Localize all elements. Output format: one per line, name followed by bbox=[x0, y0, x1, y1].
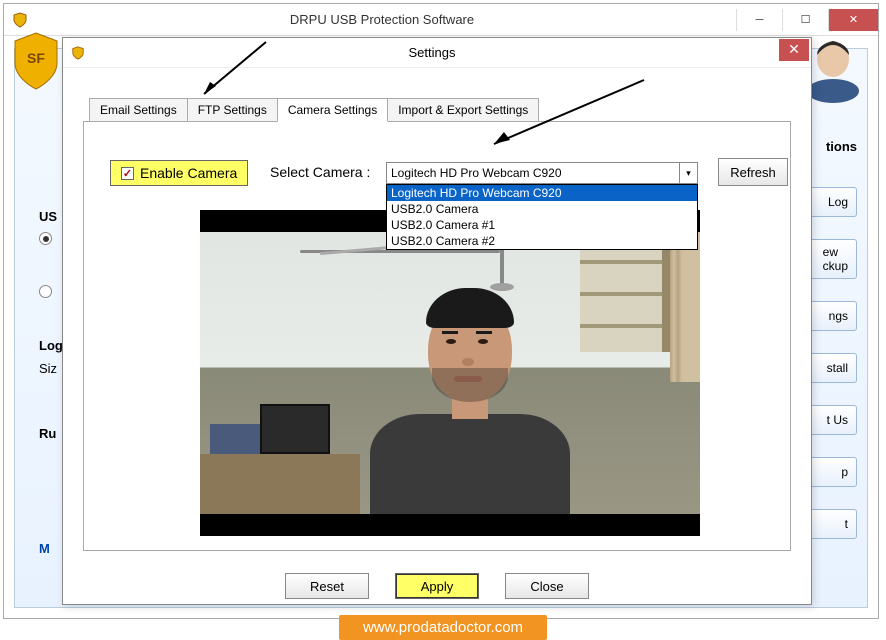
enable-camera-label: Enable Camera bbox=[140, 165, 237, 181]
usb-section-label: US bbox=[39, 209, 63, 224]
radio-option-2[interactable] bbox=[39, 285, 52, 298]
apply-button[interactable]: Apply bbox=[395, 573, 479, 599]
maximize-button[interactable]: ☐ bbox=[782, 9, 828, 31]
close-button[interactable]: Close bbox=[505, 573, 589, 599]
dialog-button-row: Reset Apply Close bbox=[83, 573, 791, 599]
settings-dialog: Settings ✕ Email Settings FTP Settings C… bbox=[62, 37, 812, 605]
select-camera-label: Select Camera : bbox=[270, 164, 370, 180]
radio-option-1[interactable] bbox=[39, 232, 52, 245]
camera-select-value: Logitech HD Pro Webcam C920 bbox=[391, 166, 562, 180]
camera-select-combobox[interactable]: Logitech HD Pro Webcam C920 ▾ bbox=[386, 162, 698, 184]
size-label: Siz bbox=[39, 361, 63, 376]
checkbox-checked-icon: ✓ bbox=[121, 167, 134, 180]
tab-email-settings[interactable]: Email Settings bbox=[89, 98, 188, 122]
camera-option-0[interactable]: Logitech HD Pro Webcam C920 bbox=[387, 185, 697, 201]
chevron-down-icon: ▾ bbox=[679, 163, 697, 183]
main-titlebar: DRPU USB Protection Software ─ ☐ ✕ bbox=[4, 4, 878, 36]
camera-option-1[interactable]: USB2.0 Camera bbox=[387, 201, 697, 217]
camera-option-3[interactable]: USB2.0 Camera #2 bbox=[387, 233, 697, 249]
settings-close-button[interactable]: ✕ bbox=[779, 39, 809, 61]
settings-dialog-icon bbox=[71, 46, 85, 60]
footer-bar: www.prodatadoctor.com bbox=[0, 614, 886, 640]
camera-option-2[interactable]: USB2.0 Camera #1 bbox=[387, 217, 697, 233]
log-section-label: Log bbox=[39, 338, 63, 353]
camera-dropdown-list: Logitech HD Pro Webcam C920 USB2.0 Camer… bbox=[386, 184, 698, 250]
annotation-arrow-2-icon bbox=[474, 72, 654, 152]
footer-url: www.prodatadoctor.com bbox=[339, 615, 547, 640]
enable-camera-checkbox[interactable]: ✓ Enable Camera bbox=[110, 160, 248, 186]
left-panel-peek: US Log Siz Ru M bbox=[39, 209, 63, 556]
svg-text:SF: SF bbox=[27, 50, 45, 66]
refresh-button[interactable]: Refresh bbox=[718, 158, 788, 186]
settings-titlebar: Settings ✕ bbox=[63, 38, 811, 68]
shield-logo-icon: SF bbox=[11, 31, 61, 91]
annotation-arrow-1-icon bbox=[186, 34, 276, 114]
avatar-icon bbox=[803, 33, 863, 103]
settings-body: Email Settings FTP Settings Camera Setti… bbox=[63, 68, 811, 604]
reset-button[interactable]: Reset bbox=[285, 573, 369, 599]
window-controls: ─ ☐ ✕ bbox=[736, 9, 878, 31]
options-label-peek: tions bbox=[826, 139, 857, 154]
close-window-button[interactable]: ✕ bbox=[828, 9, 878, 31]
tab-content: ✓ Enable Camera Select Camera : Logitech… bbox=[83, 121, 791, 551]
m-label: M bbox=[39, 541, 63, 556]
camera-preview bbox=[200, 210, 700, 536]
app-icon bbox=[12, 12, 28, 28]
minimize-button[interactable]: ─ bbox=[736, 9, 782, 31]
run-section-label: Ru bbox=[39, 426, 63, 441]
main-window-title: DRPU USB Protection Software bbox=[28, 12, 736, 27]
tab-camera-settings[interactable]: Camera Settings bbox=[277, 98, 388, 122]
camera-preview-scene bbox=[200, 232, 700, 514]
